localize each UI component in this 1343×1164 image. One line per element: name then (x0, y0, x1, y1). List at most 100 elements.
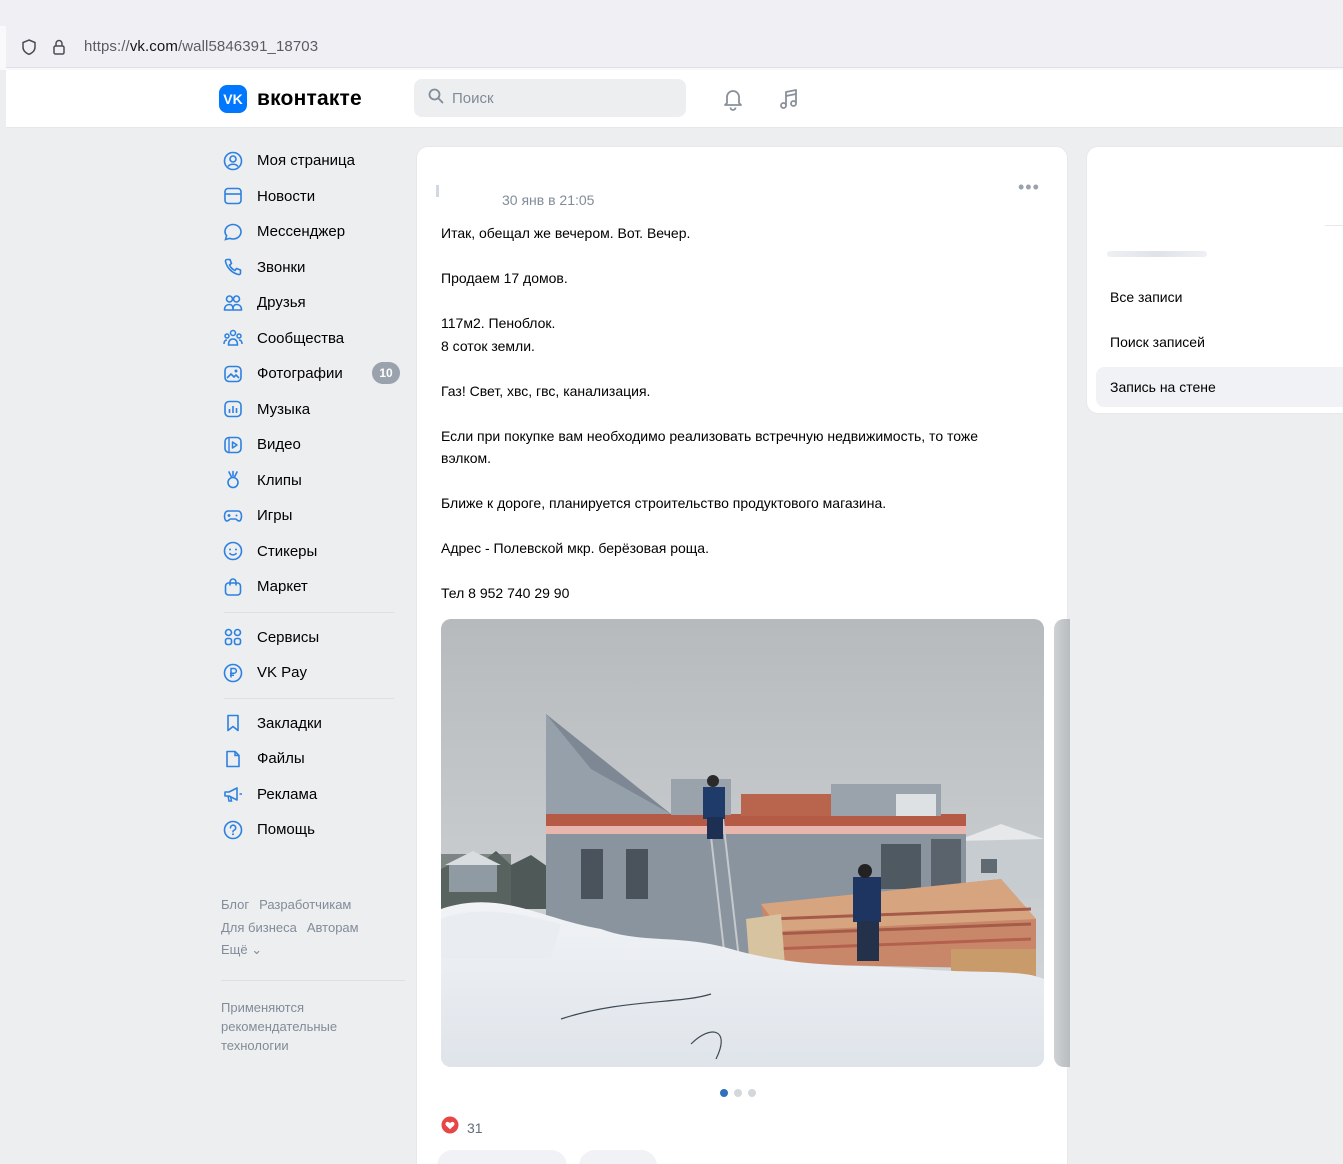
footer-link-authors[interactable]: Авторам (307, 920, 359, 935)
sidebar-item-video[interactable]: Видео (214, 427, 404, 463)
author-placeholder (1107, 251, 1207, 257)
panel-divider (1325, 225, 1343, 226)
construction-photo (441, 619, 1044, 1067)
sidebar-item-friends[interactable]: Друзья (214, 285, 404, 321)
footer-link-blog[interactable]: Блог (221, 897, 249, 912)
pagination-dot[interactable] (748, 1089, 756, 1097)
wall-post-link[interactable]: Запись на стене (1096, 367, 1343, 407)
games-icon (222, 505, 244, 527)
sidebar-item-label: Новости (257, 187, 316, 205)
sidebar-item-label: Файлы (257, 750, 305, 768)
notifications-bell-icon[interactable] (720, 86, 746, 112)
vk-logo[interactable]: VK вконтакте (219, 85, 362, 113)
post-paragraph: Продаем 17 домов. (441, 270, 568, 286)
sidebar-item-label: Стикеры (257, 542, 318, 560)
sidebar-item-label: Моя страница (257, 152, 355, 170)
post-paragraph: 117м2. Пеноблок. 8 соток земли. (441, 315, 556, 354)
search-box[interactable] (414, 79, 686, 117)
lock-icon[interactable] (48, 36, 70, 58)
like-button[interactable] (437, 1150, 567, 1164)
sidebar-item-my-page[interactable]: Моя страница (214, 143, 404, 179)
sidebar-item-label: Видео (257, 436, 301, 454)
share-button[interactable] (579, 1150, 657, 1164)
ads-icon (222, 783, 244, 805)
sidebar-item-calls[interactable]: Звонки (214, 250, 404, 286)
sidebar-item-label: Игры (257, 507, 293, 525)
sidebar-item-vkpay[interactable]: VK Pay (214, 655, 404, 691)
sidebar-item-label: Закладки (257, 714, 322, 732)
sidebar-item-communities[interactable]: Сообщества (214, 321, 404, 357)
post-paragraph: Адрес - Полевской мкр. берёзовая роща. (441, 540, 709, 556)
sidebar-item-bookmarks[interactable]: Закладки (214, 706, 404, 742)
video-icon (222, 434, 244, 456)
search-posts-link[interactable]: Поиск записей (1096, 322, 1343, 362)
wall-filter-panel: Все записи Поиск записей Запись на стене (1086, 146, 1343, 414)
post-paragraph: Тел 8 952 740 29 90 (441, 585, 570, 601)
sidebar-item-help[interactable]: Помощь (214, 812, 404, 848)
address-bar[interactable]: https://vk.com/wall5846391_18703 (6, 26, 1343, 68)
sidebar-footer-links: Блог Разработчикам Для бизнеса Авторам Ещё… (221, 894, 411, 962)
search-input[interactable] (452, 89, 672, 107)
help-icon (222, 819, 244, 841)
pagination-dot[interactable] (734, 1089, 742, 1097)
search-icon (428, 88, 444, 109)
url-prefix: https:// (84, 38, 130, 55)
sidebar-item-label: Сообщества (257, 329, 345, 347)
next-photo-preview[interactable] (1054, 619, 1070, 1067)
author-placeholder (436, 185, 439, 197)
messenger-icon (222, 221, 244, 243)
vk-header: VK вконтакте (6, 70, 1343, 128)
pagination-dot-active[interactable] (720, 1089, 728, 1097)
url-domain: vk.com (129, 38, 178, 55)
reactions-bar[interactable]: 31 (441, 1116, 483, 1139)
services-icon (222, 626, 244, 648)
photo-pagination (720, 1089, 762, 1097)
market-icon (222, 576, 244, 598)
more-options-icon[interactable]: ••• (1018, 177, 1040, 198)
vk-logo-text: вконтакте (257, 87, 362, 110)
sidebar-item-files[interactable]: Файлы (214, 741, 404, 777)
shield-icon[interactable] (18, 36, 40, 58)
sidebar-item-games[interactable]: Игры (214, 498, 404, 534)
vkpay-icon (222, 662, 244, 684)
bookmark-icon (222, 712, 244, 734)
wall-post: 30 янв в 21:05 ••• Итак, обещал же вечер… (416, 146, 1070, 1164)
footer-link-developers[interactable]: Разработчикам (259, 897, 351, 912)
post-date[interactable]: 30 янв в 21:05 (502, 192, 594, 208)
sidebar-item-label: Реклама (257, 785, 318, 803)
url-text[interactable]: https://vk.com/wall5846391_18703 (84, 38, 318, 55)
files-icon (222, 748, 244, 770)
clips-icon (222, 469, 244, 491)
sidebar-item-news[interactable]: Новости (214, 179, 404, 215)
photos-icon (222, 363, 244, 385)
footer-divider (221, 980, 405, 981)
sidebar-item-label: Музыка (257, 400, 311, 418)
music-note-icon[interactable] (776, 86, 802, 112)
phone-icon (222, 256, 244, 278)
footer-link-more[interactable]: Ещё ⌄ (221, 942, 262, 957)
sidebar-item-clips[interactable]: Клипы (214, 463, 404, 499)
sidebar-item-label: Фотографии (257, 365, 343, 383)
recommendation-note[interactable]: Применяются рекомендательные технологии (221, 998, 381, 1055)
sidebar-item-messenger[interactable]: Мессенджер (214, 214, 404, 250)
vk-logo-icon: VK (219, 85, 247, 113)
left-sidebar: Моя страница Новости Мессенджер Звонки Д… (214, 143, 404, 848)
sidebar-item-stickers[interactable]: Стикеры (214, 534, 404, 570)
post-photo[interactable] (441, 619, 1044, 1067)
sidebar-item-photos[interactable]: Фотографии 10 (214, 356, 404, 392)
url-path: /wall5846391_18703 (177, 38, 319, 55)
sidebar-item-ads[interactable]: Реклама (214, 777, 404, 813)
sidebar-item-label: Звонки (257, 258, 306, 276)
sidebar-item-services[interactable]: Сервисы (214, 620, 404, 656)
footer-link-business[interactable]: Для бизнеса (221, 920, 297, 935)
profile-icon (222, 150, 244, 172)
post-paragraph: Ближе к дороге, планируется строительств… (441, 495, 887, 511)
music-icon (222, 398, 244, 420)
sidebar-item-market[interactable]: Маркет (214, 569, 404, 605)
post-paragraph: Итак, обещал же вечером. Вот. Вечер. (441, 225, 691, 241)
post-paragraph: Если при покупке вам необходимо реализов… (441, 427, 979, 467)
sidebar-item-music[interactable]: Музыка (214, 392, 404, 428)
all-posts-link[interactable]: Все записи (1096, 277, 1343, 317)
sidebar-divider (224, 697, 394, 699)
browser-tabstrip (0, 0, 1343, 26)
